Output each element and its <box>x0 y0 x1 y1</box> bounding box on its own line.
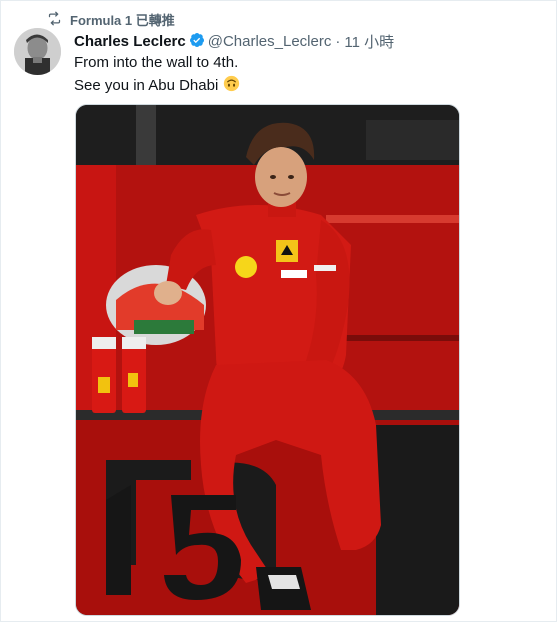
retweet-context[interactable]: Formula 1 已轉推 <box>47 10 175 29</box>
retweet-icon <box>47 11 62 29</box>
avatar[interactable] <box>14 28 61 75</box>
verified-badge-icon <box>186 32 208 52</box>
retweet-label: Formula 1 已轉推 <box>70 13 175 28</box>
author-name[interactable]: Charles Leclerc <box>74 33 186 50</box>
tweet-header: Charles Leclerc @Charles_Leclerc · 11 小時 <box>74 31 394 52</box>
tweet-text-line-1: From into the wall to 4th. <box>74 54 239 71</box>
tweet-card[interactable]: Formula 1 已轉推 Charles Leclerc @Charles_L… <box>0 0 557 622</box>
upside-down-face-emoji-icon <box>223 75 240 96</box>
tweet-photo[interactable] <box>75 104 460 616</box>
separator-dot: · <box>335 33 341 50</box>
tweet-text-line-2-wrap: See you in Abu Dhabi <box>74 75 240 96</box>
author-handle[interactable]: @Charles_Leclerc <box>208 33 332 50</box>
tweet-text-line-2: See you in Abu Dhabi <box>74 77 219 94</box>
tweet-time[interactable]: 11 小時 <box>344 31 394 52</box>
